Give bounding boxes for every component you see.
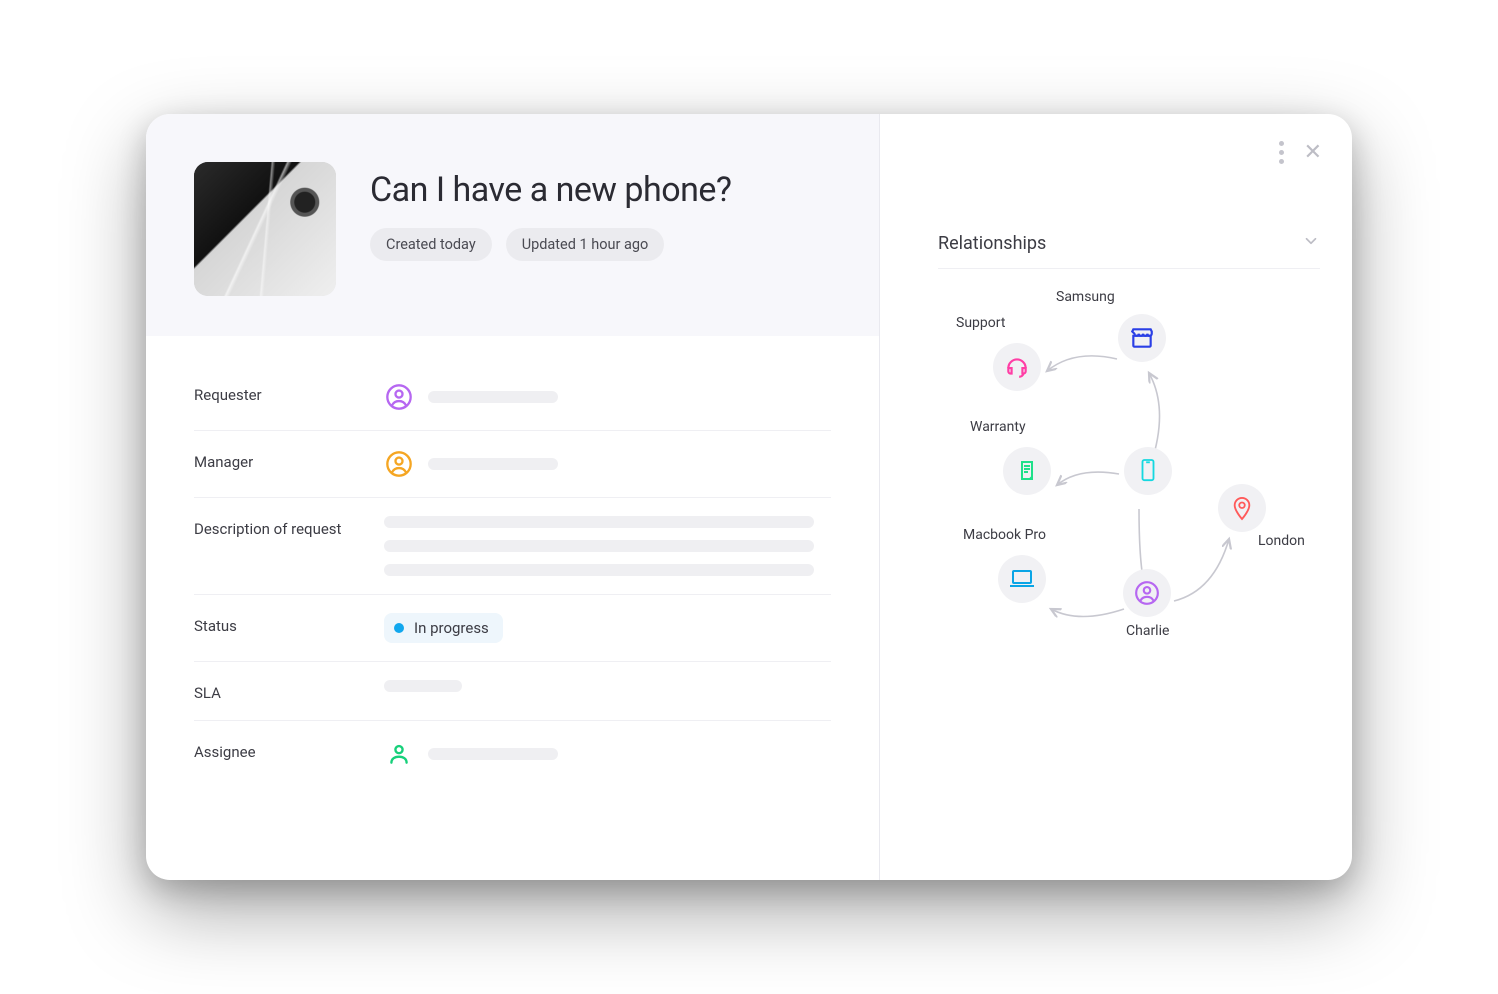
chevron-down-icon (1302, 232, 1320, 254)
node-london[interactable] (1218, 484, 1266, 532)
phone-icon (1137, 458, 1159, 484)
field-assignee: Assignee (194, 721, 831, 787)
field-label: Manager (194, 449, 364, 471)
placeholder-bar (384, 564, 814, 576)
field-label: Assignee (194, 739, 364, 761)
status-badge: In progress (384, 613, 503, 643)
node-label: Support (956, 315, 1005, 331)
store-icon (1129, 325, 1155, 351)
document-icon (1015, 459, 1039, 483)
placeholder-bar (428, 748, 558, 760)
ticket-main: Can I have a new phone? Created today Up… (146, 114, 880, 880)
more-menu-button[interactable] (1279, 141, 1284, 164)
node-charlie[interactable] (1123, 569, 1171, 617)
location-pin-icon (1231, 495, 1253, 521)
node-label: Charlie (1126, 623, 1169, 639)
ticket-window: Can I have a new phone? Created today Up… (146, 114, 1352, 880)
field-manager: Manager (194, 431, 831, 498)
node-label: Warranty (970, 419, 1026, 435)
field-description: Description of request (194, 498, 831, 595)
node-label: Macbook Pro (963, 527, 1046, 543)
placeholder-bar (384, 680, 462, 692)
person-circle-icon (1134, 580, 1160, 606)
ticket-fields: Requester Manager Descript (146, 336, 879, 787)
laptop-icon (1008, 568, 1036, 590)
node-support[interactable] (993, 343, 1041, 391)
headset-icon (1004, 354, 1030, 380)
created-pill: Created today (370, 228, 492, 261)
person-circle-icon (384, 449, 414, 479)
field-requester: Requester (194, 364, 831, 431)
relationship-graph: Samsung Support Warranty Macbook Pro (938, 289, 1320, 719)
placeholder-bar (384, 540, 814, 552)
close-button[interactable]: ✕ (1304, 140, 1322, 165)
updated-pill: Updated 1 hour ago (506, 228, 665, 261)
node-samsung[interactable] (1118, 314, 1166, 362)
section-title: Relationships (938, 233, 1046, 254)
field-sla: SLA (194, 662, 831, 721)
placeholder-bar (384, 516, 814, 528)
person-circle-icon (384, 382, 414, 412)
placeholder-bar (428, 458, 558, 470)
placeholder-bar (428, 391, 558, 403)
status-dot-icon (394, 623, 404, 633)
ticket-thumbnail (194, 162, 336, 296)
field-label: Requester (194, 382, 364, 404)
ticket-title: Can I have a new phone? (370, 170, 732, 210)
status-text: In progress (414, 619, 489, 637)
side-panel: ✕ Relationships (880, 114, 1352, 880)
field-label: Status (194, 613, 364, 635)
node-device-phone[interactable] (1124, 447, 1172, 495)
person-icon (384, 739, 414, 769)
node-label: London (1258, 533, 1305, 549)
ticket-header: Can I have a new phone? Created today Up… (146, 114, 879, 336)
relationships-header[interactable]: Relationships (938, 138, 1320, 269)
field-label: SLA (194, 680, 364, 702)
node-warranty[interactable] (1003, 447, 1051, 495)
node-macbook[interactable] (998, 555, 1046, 603)
field-status: Status In progress (194, 595, 831, 662)
node-label: Samsung (1056, 289, 1115, 305)
field-label: Description of request (194, 516, 364, 538)
